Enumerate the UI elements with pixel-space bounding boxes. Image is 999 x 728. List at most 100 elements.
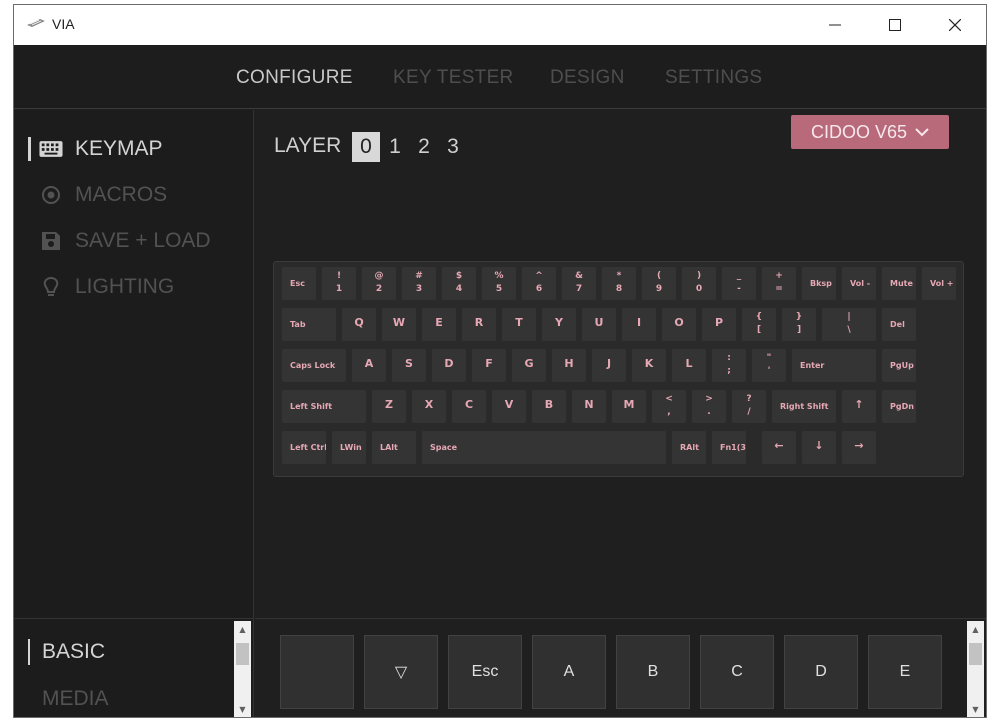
keyboard-key[interactable]: Vol - xyxy=(842,267,876,300)
layer-2-button[interactable]: 2 xyxy=(410,132,438,162)
keyboard-key[interactable]: }] xyxy=(782,308,816,341)
sidebar-item-save-load[interactable]: SAVE + LOAD xyxy=(39,226,211,256)
tab-design[interactable]: DESIGN xyxy=(550,67,625,89)
keyboard-key[interactable]: | \ xyxy=(822,308,876,341)
keycode-b[interactable]: B xyxy=(616,635,690,709)
keyboard-key[interactable]: C xyxy=(452,390,486,423)
keyboard-key[interactable]: I xyxy=(622,308,656,341)
keyboard-key[interactable]: S xyxy=(392,349,426,382)
keyboard-key[interactable]: Esc xyxy=(282,267,316,300)
keyboard-key[interactable]: % 5 xyxy=(482,267,516,300)
keyboard-key[interactable]: O xyxy=(662,308,696,341)
keyboard-key[interactable]: Left Shift xyxy=(282,390,366,423)
keyboard-key[interactable]: V xyxy=(492,390,526,423)
keyboard-key[interactable]: (9 xyxy=(642,267,676,300)
keyboard-key[interactable]: Z xyxy=(372,390,406,423)
keyboard-key[interactable]: P xyxy=(702,308,736,341)
device-selector[interactable]: CIDOO V65 xyxy=(791,115,949,149)
keyboard-key[interactable]: Caps Lock xyxy=(282,349,346,382)
keyboard-key[interactable]: {[ xyxy=(742,308,776,341)
keyboard-key[interactable]: T xyxy=(502,308,536,341)
keyboard-key[interactable]: Q xyxy=(342,308,376,341)
keyboard-key[interactable]: ↓ xyxy=(802,431,836,464)
keyboard-key[interactable]: K xyxy=(632,349,666,382)
keyboard-key[interactable]: #3 xyxy=(402,267,436,300)
layer-0-button[interactable]: 0 xyxy=(352,132,380,162)
keycode-a[interactable]: A xyxy=(532,635,606,709)
keyboard-key[interactable]: + = xyxy=(762,267,796,300)
keyboard-key[interactable]: >. xyxy=(692,390,726,423)
sidebar-item-macros[interactable]: MACROS xyxy=(39,180,167,210)
maximize-button[interactable] xyxy=(872,5,918,45)
keyboard-key[interactable]: → xyxy=(842,431,876,464)
keyboard-key[interactable]: M xyxy=(612,390,646,423)
sidebar-item-keymap[interactable]: KEYMAP xyxy=(28,134,163,164)
keyboard-key[interactable]: Right Shift xyxy=(772,390,836,423)
category-scrollbar[interactable]: ▲ ▼ xyxy=(234,621,251,717)
keyboard-key[interactable]: J xyxy=(592,349,626,382)
keyboard-key[interactable]: * 8 xyxy=(602,267,636,300)
keyboard-key[interactable]: RAlt xyxy=(672,431,706,464)
keyboard-key[interactable]: A xyxy=(352,349,386,382)
keyboard-key[interactable]: ) 0 xyxy=(682,267,716,300)
keyboard-key[interactable]: Left Ctrl xyxy=(282,431,326,464)
scroll-down-icon[interactable]: ▼ xyxy=(234,701,251,717)
keyboard-key[interactable]: L xyxy=(672,349,706,382)
scroll-thumb[interactable] xyxy=(236,643,249,665)
keyboard-key[interactable]: ? / xyxy=(732,390,766,423)
keyboard-key[interactable]: R xyxy=(462,308,496,341)
keyboard-key[interactable]: N xyxy=(572,390,606,423)
keycode-e[interactable]: E xyxy=(868,635,942,709)
tab-configure[interactable]: CONFIGURE xyxy=(236,67,353,89)
scroll-up-icon[interactable]: ▲ xyxy=(967,621,984,638)
keyboard-key[interactable]: G xyxy=(512,349,546,382)
keyboard-key[interactable]: Space xyxy=(422,431,666,464)
keyboard-key[interactable]: " ' xyxy=(752,349,786,382)
keyboard-key[interactable]: $4 xyxy=(442,267,476,300)
close-button[interactable] xyxy=(932,5,978,45)
keycode-esc[interactable]: Esc xyxy=(448,635,522,709)
keyboard-key[interactable]: U xyxy=(582,308,616,341)
keyboard-key[interactable]: B xyxy=(532,390,566,423)
keyboard-key[interactable]: & 7 xyxy=(562,267,596,300)
keyboard-key[interactable]: <, xyxy=(652,390,686,423)
keyboard-key[interactable]: :; xyxy=(712,349,746,382)
category-media[interactable]: MEDIA xyxy=(42,687,109,711)
scroll-up-icon[interactable]: ▲ xyxy=(234,621,251,638)
keycode-scrollbar[interactable]: ▲ ▼ xyxy=(967,621,984,717)
keyboard-key[interactable]: Mute xyxy=(882,267,916,300)
keyboard-key[interactable]: W xyxy=(382,308,416,341)
keyboard-key[interactable]: ← xyxy=(762,431,796,464)
sidebar-item-lighting[interactable]: LIGHTING xyxy=(39,272,174,302)
keyboard-key[interactable]: X xyxy=(412,390,446,423)
keyboard-key[interactable]: E xyxy=(422,308,456,341)
keyboard-key[interactable]: Fn1(3) xyxy=(712,431,746,464)
keyboard-key[interactable]: H xyxy=(552,349,586,382)
minimize-button[interactable] xyxy=(812,5,858,45)
keyboard-key[interactable]: PgDn xyxy=(882,390,916,423)
keyboard-key[interactable]: F xyxy=(472,349,506,382)
scroll-thumb[interactable] xyxy=(969,643,982,665)
keyboard-key[interactable]: LAlt xyxy=(372,431,416,464)
keyboard-key[interactable]: LWin xyxy=(332,431,366,464)
keyboard-key[interactable]: Enter xyxy=(792,349,876,382)
keyboard-key[interactable]: ↑ xyxy=(842,390,876,423)
tab-settings[interactable]: SETTINGS xyxy=(665,67,762,89)
layer-3-button[interactable]: 3 xyxy=(439,132,467,162)
layer-1-button[interactable]: 1 xyxy=(381,132,409,162)
keyboard-key[interactable]: D xyxy=(432,349,466,382)
keycode-empty[interactable] xyxy=(280,635,354,709)
tab-key-tester[interactable]: KEY TESTER xyxy=(393,67,514,89)
keycode-d[interactable]: D xyxy=(784,635,858,709)
keyboard-key[interactable]: ! 1 xyxy=(322,267,356,300)
keyboard-key[interactable]: PgUp xyxy=(882,349,916,382)
keycode-c[interactable]: C xyxy=(700,635,774,709)
keyboard-key[interactable]: Del xyxy=(882,308,916,341)
keyboard-key[interactable]: Y xyxy=(542,308,576,341)
keyboard-key[interactable]: ^ 6 xyxy=(522,267,556,300)
keyboard-key[interactable]: Vol + xyxy=(922,267,956,300)
keycode-transparent[interactable]: ▽ xyxy=(364,635,438,709)
keyboard-key[interactable]: Tab xyxy=(282,308,336,341)
keyboard-key[interactable]: Bksp xyxy=(802,267,836,300)
keyboard-key[interactable]: @2 xyxy=(362,267,396,300)
